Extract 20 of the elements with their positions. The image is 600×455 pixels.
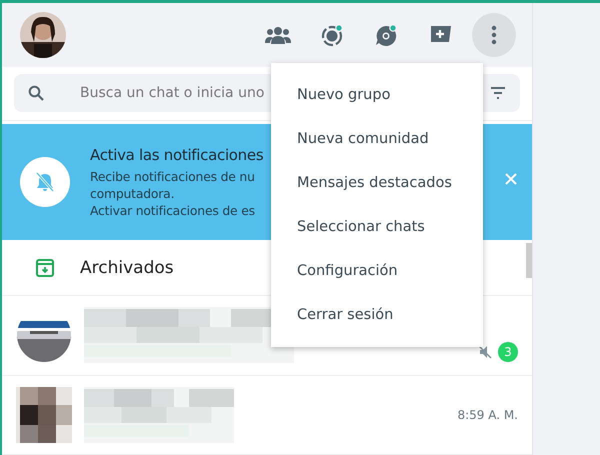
menu-button[interactable]: [472, 12, 516, 57]
unread-badge: 3: [498, 342, 518, 362]
muted-bell-icon: [36, 172, 54, 192]
filter-icon[interactable]: [490, 87, 506, 100]
menu-item[interactable]: Configuración: [271, 249, 483, 293]
enable-notifications-link[interactable]: Activar notificaciones de es: [90, 202, 273, 219]
menu-icon: [491, 24, 497, 45]
chat-time: 8:59 A. M.: [457, 408, 518, 422]
search-icon: [28, 85, 44, 102]
menu-item[interactable]: Nueva comunidad: [271, 117, 483, 161]
banner-title: Activa las notificaciones: [90, 146, 264, 164]
channels-icon: [374, 22, 398, 47]
banner-text: Recibe notificaciones de nu: [90, 168, 256, 185]
status-icon: [320, 22, 344, 47]
banner-text: computadora.: [90, 184, 176, 202]
chat-item[interactable]: 8:59 A. M.: [2, 376, 532, 455]
archive-icon: [36, 258, 54, 277]
people-icon: [265, 26, 291, 44]
scrollbar[interactable]: [526, 243, 532, 278]
menu-item[interactable]: Mensajes destacados: [271, 161, 483, 205]
